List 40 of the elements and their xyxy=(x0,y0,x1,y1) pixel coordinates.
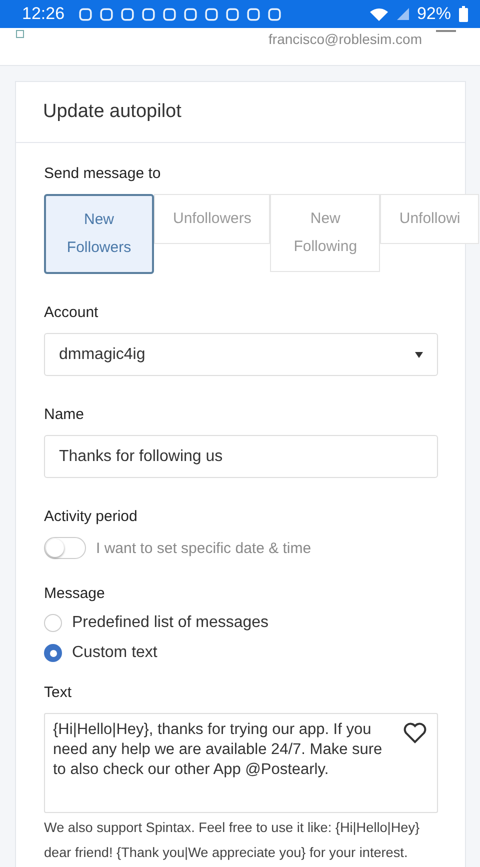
toggle-switch[interactable] xyxy=(44,537,86,559)
user-email: francisco@roblesim.com xyxy=(268,31,422,47)
field-label: Activity period xyxy=(44,508,138,525)
name-field[interactable]: Thanks for following us xyxy=(44,435,438,478)
radio-label: Custom text xyxy=(72,644,158,662)
notification-icon xyxy=(78,8,92,20)
status-time: 12:26 xyxy=(22,4,65,24)
account-select[interactable]: dmmagic4ig xyxy=(44,333,438,376)
caret-icon xyxy=(415,352,423,358)
battery-icon xyxy=(459,6,468,22)
radio-button[interactable] xyxy=(44,644,62,662)
notification-icon xyxy=(226,8,239,20)
notification-icon xyxy=(246,8,260,20)
card-title: Update autopilot xyxy=(16,82,465,143)
heart-icon[interactable] xyxy=(403,722,427,744)
notification-icon xyxy=(162,8,176,20)
notification-icon xyxy=(184,8,197,20)
notification-icon xyxy=(142,8,155,20)
logo-icon xyxy=(16,30,24,38)
target-option[interactable]: New Following xyxy=(270,194,380,272)
battery-level: 92% xyxy=(416,4,451,24)
toggle-label: I want to set specific date & time xyxy=(96,540,312,556)
radio-label: Predefined list of messages xyxy=(72,614,269,632)
field-label: Text xyxy=(44,684,73,701)
field-label: Name xyxy=(44,406,86,423)
notification-icon xyxy=(120,8,134,20)
target-option[interactable]: New Followers xyxy=(44,194,154,274)
notification-icon xyxy=(268,8,281,20)
menu-icon[interactable] xyxy=(436,30,456,33)
message-textarea[interactable]: {Hi|Hello|Hey}, thanks for trying our app. If you need any help we are available 24/7. Make sure to also check our other App @Postearly. xyxy=(44,713,438,813)
help-text: We also support Spintax. Feel free to use it like: {Hi|Hello|Hey} dear friend! {Thank you|We appreciate you} for your interest. xyxy=(44,819,421,862)
target-option[interactable]: Unfollowi xyxy=(380,194,480,244)
field-label: Message xyxy=(44,585,106,602)
field-label: Account xyxy=(44,304,100,321)
notification-icon xyxy=(100,8,113,20)
notification-icon xyxy=(204,8,218,20)
target-option[interactable]: Unfollowers xyxy=(154,194,270,244)
field-label: Send message to xyxy=(44,165,162,182)
signal-icon xyxy=(396,8,409,20)
wifi-icon xyxy=(368,7,389,21)
